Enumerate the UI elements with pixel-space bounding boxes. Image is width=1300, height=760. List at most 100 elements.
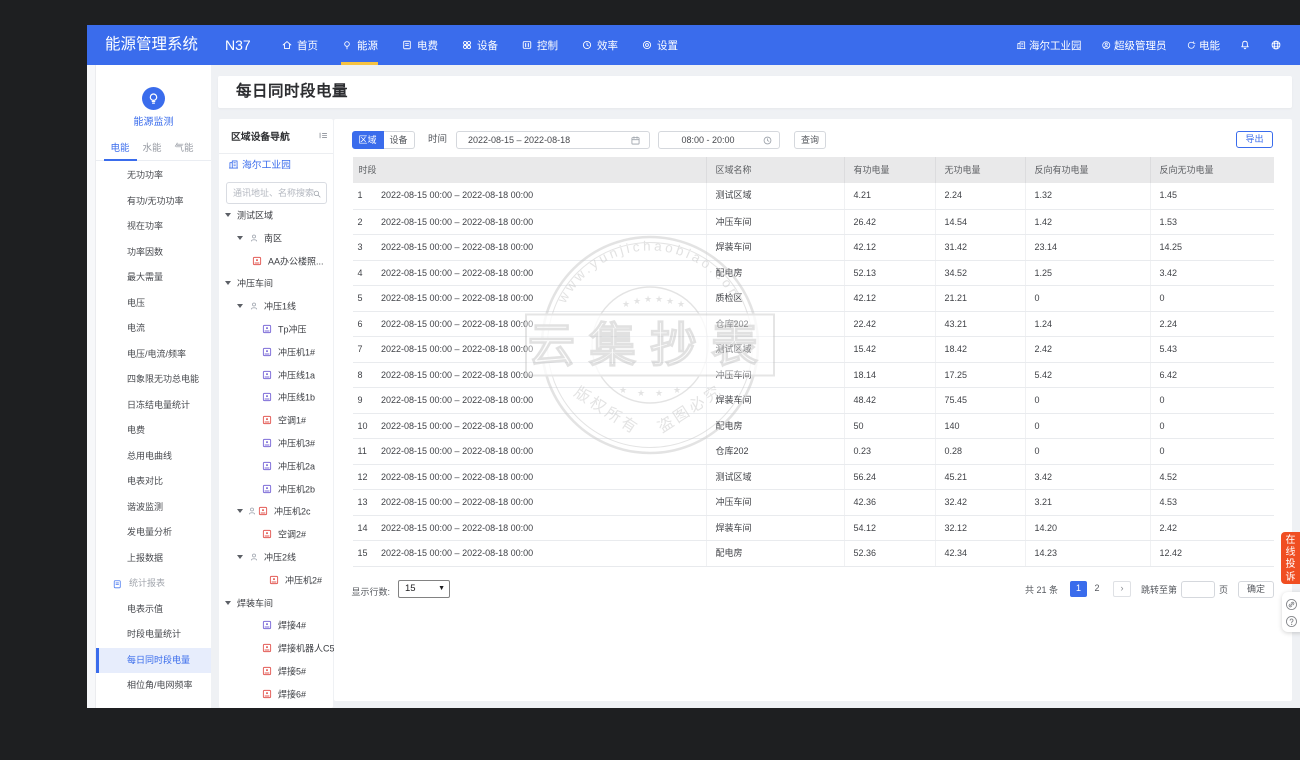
sidebar-item-电压[interactable]: 电压: [96, 291, 211, 317]
nav-item-能源[interactable]: 能源: [341, 25, 378, 65]
question-icon[interactable]: [1285, 615, 1298, 628]
link-icon[interactable]: [1285, 598, 1298, 611]
sidebar-item-上报数据[interactable]: 上报数据: [96, 546, 211, 572]
nav-right-电能[interactable]: 电能: [1186, 38, 1221, 53]
page-button-1[interactable]: 1: [1070, 581, 1087, 597]
tree-item-冲压机3#[interactable]: 冲压机3#: [219, 432, 333, 455]
sidebar-tab-电能[interactable]: 电能: [110, 141, 130, 157]
tree-item-测试区域[interactable]: 测试区域: [219, 204, 333, 227]
confirm-button[interactable]: 确定: [1238, 581, 1274, 598]
tree-item-焊接机器人C5[interactable]: 焊接机器人C5: [219, 637, 333, 660]
nav-item-效率[interactable]: 效率: [581, 25, 618, 65]
nav-right-海尔工业园[interactable]: 海尔工业园: [1016, 38, 1082, 53]
sidebar-item-总用电曲线[interactable]: 总用电曲线: [96, 444, 211, 470]
sidebar-tab-水能[interactable]: 水能: [142, 141, 162, 157]
sidebar-item-时段电量统计[interactable]: 时段电量统计: [96, 622, 211, 648]
table-row[interactable]: 102022-08-15 00:00 – 2022-08-18 00:00配电房…: [353, 413, 1274, 439]
tree-item-焊接5#[interactable]: 焊接5#: [219, 660, 333, 683]
sidebar-item-相位角/电网频率[interactable]: 相位角/电网频率: [96, 673, 211, 699]
table-row[interactable]: 72022-08-15 00:00 – 2022-08-18 00:00测试区域…: [353, 336, 1274, 362]
query-button[interactable]: 查询: [794, 131, 826, 149]
table-row[interactable]: 142022-08-15 00:00 – 2022-08-18 00:00焊装车…: [353, 515, 1274, 541]
tree-collapse-icon[interactable]: [318, 130, 329, 141]
tree-item-冲压线1b[interactable]: 冲压线1b: [219, 386, 333, 409]
tree-item-空调1#[interactable]: 空调1#: [219, 409, 333, 432]
next-page-button[interactable]: ›: [1113, 581, 1131, 597]
segment-设备[interactable]: 设备: [384, 131, 415, 149]
tree-item-Tp冲压[interactable]: Tp冲压: [219, 318, 333, 341]
sidebar-item-电压/电流/频率[interactable]: 电压/电流/频率: [96, 342, 211, 368]
tree-item-空调2#[interactable]: 空调2#: [219, 523, 333, 546]
tree-item-焊接4#[interactable]: 焊接4#: [219, 614, 333, 637]
table-row[interactable]: 32022-08-15 00:00 – 2022-08-18 00:00焊装车间…: [353, 234, 1274, 260]
sidebar-item-日冻结电量统计[interactable]: 日冻结电量统计: [96, 393, 211, 419]
nav-item-设置[interactable]: 设置: [641, 25, 678, 65]
sidebar-item-电费[interactable]: 电费: [96, 418, 211, 444]
sidebar-item-电流[interactable]: 电流: [96, 316, 211, 342]
sidebar-tab-气能[interactable]: 气能: [174, 141, 194, 157]
nav-item-首页[interactable]: 首页: [281, 25, 318, 65]
segment-区域[interactable]: 区域: [352, 131, 384, 149]
jump-page-input[interactable]: [1181, 581, 1215, 598]
tree-search-input[interactable]: [233, 183, 315, 203]
cell-region: 测试区域: [707, 183, 845, 209]
refresh-icon: [1186, 40, 1197, 51]
nav-item-控制[interactable]: 控制: [521, 25, 558, 65]
sidebar-item-电表对比[interactable]: 电表对比: [96, 469, 211, 495]
tree-item-冲压机2b[interactable]: 冲压机2b: [219, 477, 333, 500]
tree-item-AA办公楼照...[interactable]: AA办公楼照...: [219, 249, 333, 272]
tree-item-焊装车间[interactable]: 焊装车间: [219, 591, 333, 614]
cell-active-energy: 15.42: [845, 337, 936, 362]
time-range-picker[interactable]: 08:00 - 20:00: [658, 131, 780, 149]
tree-item-冲压机2c[interactable]: 冲压机2c: [219, 500, 333, 523]
tree-item-冲压1线[interactable]: 冲压1线: [219, 295, 333, 318]
sidebar-item-电表示值[interactable]: 电表示值: [96, 597, 211, 623]
tree-item-冲压线1a[interactable]: 冲压线1a: [219, 363, 333, 386]
bell-icon[interactable]: [1239, 39, 1251, 51]
sidebar-item-四象限无功总电能[interactable]: 四象限无功总电能: [96, 367, 211, 393]
table-row[interactable]: 122022-08-15 00:00 – 2022-08-18 00:00测试区…: [353, 464, 1274, 490]
table-row[interactable]: 22022-08-15 00:00 – 2022-08-18 00:00冲压车间…: [353, 209, 1274, 235]
table-row[interactable]: 12022-08-15 00:00 – 2022-08-18 00:00测试区域…: [353, 183, 1274, 209]
caret-down-icon[interactable]: [225, 281, 231, 285]
table-row[interactable]: 82022-08-15 00:00 – 2022-08-18 00:00冲压车间…: [353, 362, 1274, 388]
date-range-picker[interactable]: 2022-08-15 – 2022-08-18: [456, 131, 650, 149]
sidebar-item-视在功率[interactable]: 视在功率: [96, 214, 211, 240]
export-button[interactable]: 导出: [1236, 131, 1273, 148]
caret-down-icon[interactable]: [237, 509, 243, 513]
nav-item-电费[interactable]: 电费: [401, 25, 438, 65]
sidebar-item-每日同时段电量[interactable]: 每日同时段电量: [96, 648, 211, 674]
table-row[interactable]: 62022-08-15 00:00 – 2022-08-18 00:00仓库20…: [353, 311, 1274, 337]
caret-down-icon[interactable]: [237, 304, 243, 308]
tree-item-冲压机1#[interactable]: 冲压机1#: [219, 340, 333, 363]
nav-item-设备[interactable]: 设备: [461, 25, 498, 65]
caret-down-icon[interactable]: [237, 236, 243, 240]
tree-item-冲压2线[interactable]: 冲压2线: [219, 546, 333, 569]
page-button-2[interactable]: 2: [1088, 581, 1105, 597]
table-row[interactable]: 112022-08-15 00:00 – 2022-08-18 00:00仓库2…: [353, 438, 1274, 464]
table-row[interactable]: 52022-08-15 00:00 – 2022-08-18 00:00质检区4…: [353, 285, 1274, 311]
tree-item-冲压机2a[interactable]: 冲压机2a: [219, 454, 333, 477]
rows-per-page-select[interactable]: 15 ▼: [398, 580, 450, 598]
tree-item-焊接6#[interactable]: 焊接6#: [219, 682, 333, 705]
globe-icon[interactable]: [1270, 39, 1282, 51]
caret-down-icon[interactable]: [225, 213, 231, 217]
tree-item-南区[interactable]: 南区: [219, 226, 333, 249]
tree-item-冲压车间[interactable]: 冲压车间: [219, 272, 333, 295]
caret-down-icon[interactable]: [237, 555, 243, 559]
tree-site-root[interactable]: 海尔工业园: [228, 157, 291, 171]
online-complaint-tab[interactable]: 在 线 投 诉: [1281, 532, 1300, 584]
sidebar-item-发电量分析[interactable]: 发电量分析: [96, 520, 211, 546]
table-row[interactable]: 92022-08-15 00:00 – 2022-08-18 00:00焊装车间…: [353, 387, 1274, 413]
sidebar-item-最大需量[interactable]: 最大需量: [96, 265, 211, 291]
sidebar-item-无功功率[interactable]: 无功功率: [96, 163, 211, 189]
sidebar-item-功率因数[interactable]: 功率因数: [96, 240, 211, 266]
sidebar-item-谐波监测[interactable]: 谐波监测: [96, 495, 211, 521]
table-row[interactable]: 152022-08-15 00:00 – 2022-08-18 00:00配电房…: [353, 540, 1274, 566]
nav-right-超级管理员[interactable]: 超级管理员: [1101, 38, 1167, 53]
sidebar-item-有功/无功功率[interactable]: 有功/无功功率: [96, 189, 211, 215]
table-row[interactable]: 42022-08-15 00:00 – 2022-08-18 00:00配电房5…: [353, 260, 1274, 286]
tree-item-冲压机2#[interactable]: 冲压机2#: [219, 568, 333, 591]
table-row[interactable]: 132022-08-15 00:00 – 2022-08-18 00:00冲压车…: [353, 489, 1274, 515]
caret-down-icon[interactable]: [225, 601, 231, 605]
